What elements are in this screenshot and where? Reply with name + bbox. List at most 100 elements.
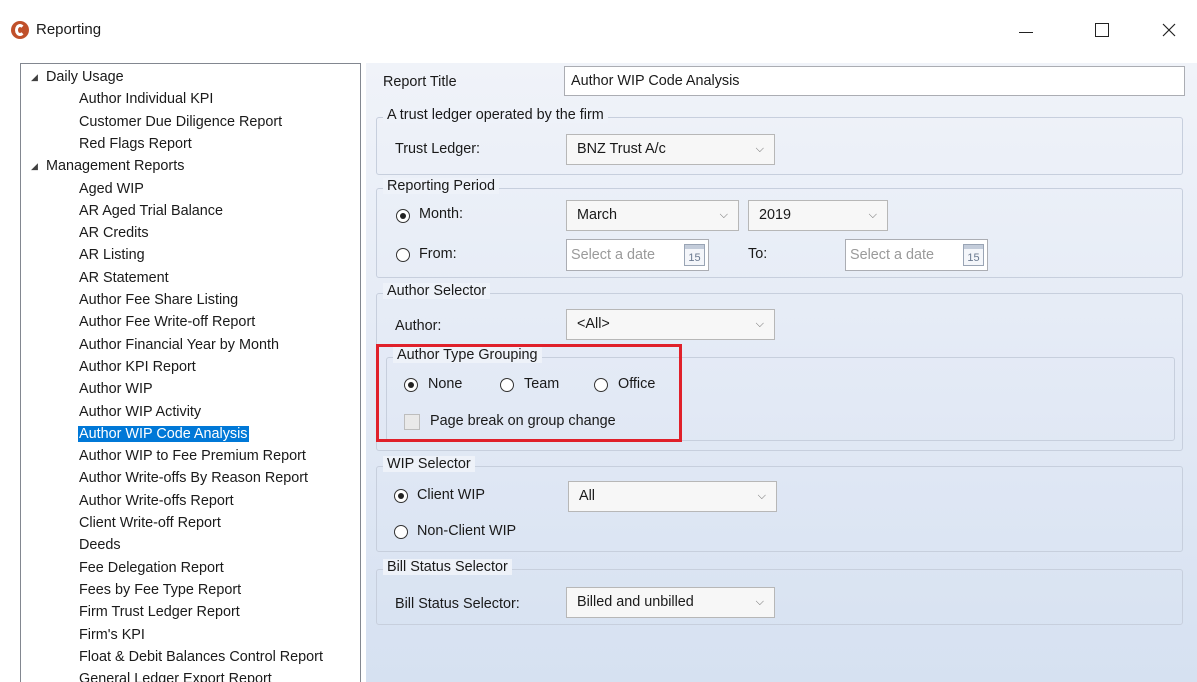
title-bar: Reporting	[0, 0, 1197, 52]
bill-status-label: Bill Status Selector:	[395, 596, 520, 612]
month-select[interactable]: March ⌵	[566, 200, 739, 231]
chevron-down-icon: ⌵	[868, 209, 877, 221]
tree-item[interactable]: Fees by Fee Type Report	[78, 579, 242, 601]
chevron-down-icon: ⌵	[755, 318, 764, 330]
tree-item-label: Red Flags Report	[79, 135, 192, 152]
year-select[interactable]: 2019 ⌵	[748, 200, 888, 231]
close-icon	[1162, 23, 1176, 37]
tree-item[interactable]: Author Financial Year by Month	[78, 334, 280, 356]
minimize-icon	[1019, 31, 1033, 33]
tree-item[interactable]: Author WIP	[78, 378, 154, 400]
non-client-wip-label: Non-Client WIP	[417, 523, 517, 539]
tree-item[interactable]: AR Listing	[78, 244, 146, 266]
tree-item-label: Customer Due Diligence Report	[79, 113, 283, 130]
tree-item[interactable]: Fee Delegation Report	[78, 557, 225, 579]
bill-status-group-title: Bill Status Selector	[383, 559, 512, 575]
maximize-button[interactable]	[1079, 12, 1125, 48]
tree-item-label: Management Reports	[46, 158, 185, 175]
tree-item-label: Firm Trust Ledger Report	[79, 604, 240, 621]
tree-item[interactable]: AR Credits	[78, 222, 150, 244]
calendar-icon[interactable]: 15	[963, 244, 984, 266]
tree-item-label: AR Listing	[79, 247, 145, 264]
tree-item-label: Fees by Fee Type Report	[79, 581, 242, 598]
tree-item[interactable]: Author Individual KPI	[78, 88, 214, 110]
trust-ledger-select[interactable]: BNZ Trust A/c ⌵	[566, 134, 775, 165]
wip-selector-group-title: WIP Selector	[383, 456, 475, 472]
highlight-box	[376, 344, 682, 442]
tree-item[interactable]: Author Write-offs Report	[78, 490, 235, 512]
tree-item[interactable]: Author WIP Activity	[78, 401, 202, 423]
tree-group[interactable]: ◢ Management Reports	[31, 155, 185, 177]
tree-item-label: AR Credits	[79, 225, 149, 242]
trust-ledger-value: BNZ Trust A/c	[577, 141, 666, 157]
minimize-button[interactable]	[1003, 12, 1049, 48]
tree-item-label: Daily Usage	[46, 69, 124, 85]
month-radio[interactable]	[396, 209, 410, 223]
author-value: <All>	[577, 316, 610, 332]
expand-triangle-icon[interactable]: ◢	[31, 66, 45, 88]
report-tree[interactable]: ◢ Daily Usage Author Individual KPI Custome…	[20, 63, 361, 682]
author-select[interactable]: <All> ⌵	[566, 309, 775, 340]
tree-item-label: AR Statement	[79, 269, 169, 286]
tree-item[interactable]: Firm Trust Ledger Report	[78, 601, 241, 623]
tree-item-label: Client Write-off Report	[79, 515, 221, 531]
tree-item-label: Float & Debit Balances Control Report	[79, 648, 323, 665]
tree-item[interactable]: Author WIP to Fee Premium Report	[78, 445, 307, 467]
tree-item[interactable]: Firm's KPI	[78, 624, 146, 646]
to-date-input[interactable]: Select a date 15	[845, 239, 988, 271]
window-title: Reporting	[36, 21, 102, 38]
trust-ledger-label: Trust Ledger:	[395, 141, 481, 157]
tree-item-label: Aged WIP	[79, 180, 144, 197]
trust-ledger-group-title: A trust ledger operated by the firm	[383, 107, 608, 123]
tree-item[interactable]: Author Fee Write-off Report	[78, 311, 256, 333]
tree-item-label: Author Fee Share Listing	[79, 292, 239, 308]
app-logo-icon	[11, 21, 29, 39]
client-wip-select[interactable]: All ⌵	[568, 481, 777, 512]
client-wip-radio[interactable]	[394, 489, 408, 503]
client-wip-value: All	[579, 488, 595, 504]
tree-item-label: Author WIP	[79, 381, 153, 398]
bill-status-select[interactable]: Billed and unbilled ⌵	[566, 587, 775, 618]
month-label: Month:	[419, 206, 463, 222]
chevron-down-icon: ⌵	[757, 490, 766, 502]
client-wip-label: Client WIP	[417, 487, 485, 503]
maximize-icon	[1095, 23, 1109, 37]
chevron-down-icon: ⌵	[719, 209, 728, 221]
reporting-period-group-title: Reporting Period	[383, 178, 499, 194]
tree-item[interactable]: Client Write-off Report	[78, 512, 222, 534]
tree-item-label: Author KPI Report	[79, 358, 196, 375]
tree-item-label: General Ledger Export Report	[79, 671, 272, 682]
report-title-label: Report Title	[383, 74, 457, 90]
tree-item[interactable]: General Ledger Export Report	[78, 668, 273, 682]
non-client-wip-radio[interactable]	[394, 525, 408, 539]
to-label: To:	[748, 246, 768, 262]
tree-item-label: Author WIP Activity	[79, 403, 202, 420]
tree-item[interactable]: Author Fee Share Listing	[78, 289, 239, 311]
tree-item-label: Author Individual KPI	[79, 91, 214, 108]
tree-item[interactable]: AR Statement	[78, 267, 170, 289]
from-date-input[interactable]: Select a date 15	[566, 239, 709, 271]
expand-triangle-icon[interactable]: ◢	[31, 155, 45, 177]
from-date-placeholder: Select a date	[571, 247, 656, 263]
chevron-down-icon: ⌵	[755, 596, 764, 608]
tree-item[interactable]: AR Aged Trial Balance	[78, 200, 224, 222]
tree-item-label: Fee Delegation Report	[79, 559, 224, 576]
tree-item[interactable]: Float & Debit Balances Control Report	[78, 646, 324, 668]
tree-item-label: Author WIP Code Analysis	[78, 425, 249, 442]
tree-item[interactable]: Author Write-offs By Reason Report	[78, 467, 309, 489]
tree-item-label: Author WIP to Fee Premium Report	[79, 448, 306, 465]
calendar-icon[interactable]: 15	[684, 244, 705, 266]
tree-item[interactable]: Customer Due Diligence Report	[78, 111, 283, 133]
from-label: From:	[419, 246, 457, 262]
close-button[interactable]	[1146, 12, 1192, 48]
report-title-input[interactable]: Author WIP Code Analysis	[564, 66, 1185, 96]
tree-item[interactable]: Deeds	[78, 534, 122, 556]
tree-item[interactable]: Red Flags Report	[78, 133, 193, 155]
tree-item[interactable]: Aged WIP	[78, 178, 145, 200]
tree-item[interactable]: Author WIP Code Analysis	[78, 423, 249, 445]
tree-group[interactable]: ◢ Daily Usage	[31, 66, 125, 88]
from-radio[interactable]	[396, 248, 410, 262]
tree-item-label: Author Write-offs Report	[79, 492, 234, 509]
tree-item-label: Author Fee Write-off Report	[79, 314, 256, 331]
tree-item[interactable]: Author KPI Report	[78, 356, 197, 378]
